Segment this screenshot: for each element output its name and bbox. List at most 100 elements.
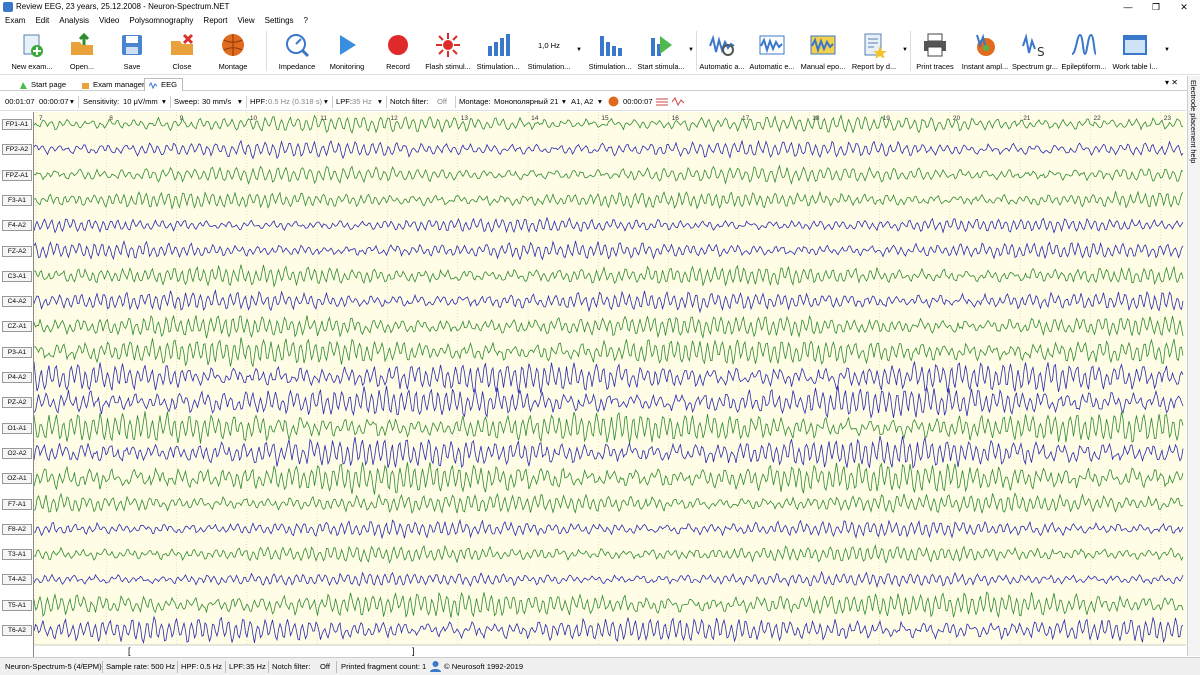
work-table-button[interactable]: Work table l... (1110, 27, 1160, 74)
manual-epoch-button[interactable]: Manual epo... (798, 27, 848, 74)
menu-help[interactable]: ? (299, 14, 313, 27)
printed-count-label: Printed fragment count: (341, 662, 420, 671)
chevron-down-icon[interactable]: ▾ (598, 97, 602, 106)
instant-ampl-icon (976, 33, 995, 56)
menu-analysis[interactable]: Analysis (54, 14, 94, 27)
channel-label[interactable]: PZ-A2 (2, 397, 32, 409)
channel-label[interactable]: F3-A1 (2, 194, 32, 206)
report-button[interactable]: Report by d... (849, 27, 899, 74)
chevron-down-icon[interactable]: ▾ (324, 97, 328, 106)
eeg-trace-pz-a2 (34, 385, 1184, 419)
chevron-down-icon[interactable]: ▾ (162, 97, 166, 106)
channel-label[interactable]: FP2-A2 (2, 144, 32, 156)
channel-label[interactable]: FZ-A2 (2, 245, 32, 257)
channel-label[interactable]: F7-A1 (2, 498, 32, 510)
automatic-epoch-button[interactable]: Automatic e... (747, 27, 797, 74)
stimulation-button-1[interactable]: Stimulation... (473, 27, 523, 74)
ribbon-separator (266, 31, 267, 71)
montage-button[interactable]: Montage (208, 27, 258, 74)
wave-icon[interactable] (672, 96, 684, 107)
minimize-button[interactable]: — (1114, 0, 1142, 14)
channel-label[interactable]: FP1-A1 (2, 119, 32, 130)
stimulation-frequency-button[interactable]: 1,0 Hz Stimulation... (524, 27, 574, 74)
sensitivity-select[interactable]: 10 μV/mm (123, 97, 158, 106)
notch-select[interactable]: Off (437, 97, 447, 106)
channel-label[interactable]: FPZ-A1 (2, 169, 32, 181)
separator (386, 96, 387, 108)
epileptiform-button[interactable]: Epileptiform... (1059, 27, 1109, 74)
tab-window-buttons[interactable]: ▾ ✕ (1165, 78, 1178, 87)
chevron-down-icon[interactable]: ▼ (576, 47, 582, 53)
monitoring-button[interactable]: Monitoring (322, 27, 372, 74)
chevron-down-icon[interactable]: ▾ (378, 97, 382, 106)
print-traces-button[interactable]: Print traces (910, 27, 960, 74)
eeg-trace-t5-a1 (34, 591, 1184, 619)
chevron-down-icon[interactable]: ▼ (902, 47, 908, 53)
chevron-down-icon[interactable]: ▾ (238, 97, 242, 106)
channel-label[interactable]: P3-A1 (2, 346, 32, 358)
montage-select[interactable]: Монополярный 21 (494, 97, 558, 106)
lpf-select[interactable]: 35 Hz (352, 97, 372, 106)
chevron-down-icon[interactable]: ▼ (1164, 47, 1170, 53)
menu-exam[interactable]: Exam (0, 14, 30, 27)
open-button[interactable]: Open... (57, 27, 107, 74)
channel-label[interactable]: P4-A2 (2, 372, 32, 383)
eeg-trace-f3-a1 (34, 190, 1184, 211)
channel-label[interactable]: F4-A2 (2, 220, 32, 232)
new-exam-button[interactable]: New exam... (7, 27, 57, 74)
time-mark-label: 21 (1023, 115, 1031, 122)
channel-label[interactable]: O2-A2 (2, 447, 32, 459)
channel-labels: FP1-A1 FP2-A2 FPZ-A1 F3-A1 F4-A2 FZ-A2 C3-A1 C4… (0, 112, 34, 657)
tab-exam-manager[interactable]: Exam manager (76, 78, 151, 91)
menu-report[interactable]: Report (198, 14, 232, 27)
channel-label[interactable]: T5-A1 (2, 599, 32, 611)
printed-count-value: 1 (422, 662, 427, 671)
start-stimulation-button[interactable]: Start stimula... (636, 27, 686, 74)
instant-amplitude-button[interactable]: Instant ampl... (960, 27, 1010, 74)
channel-label[interactable]: T4-A2 (2, 574, 32, 586)
stimulation-button-2[interactable]: Stimulation... (585, 27, 635, 74)
save-button[interactable]: Save (107, 27, 157, 74)
separator (455, 96, 456, 108)
channel-label[interactable]: C4-A2 (2, 296, 32, 308)
eeg-trace-f7-a1 (34, 492, 1184, 515)
eeg-trace-view[interactable]: FP1-A1 FP2-A2 FPZ-A1 F3-A1 F4-A2 FZ-A2 C3-A1 C4… (0, 112, 1186, 657)
maximize-button[interactable]: ❐ (1142, 0, 1170, 14)
channel-label[interactable]: T3-A1 (2, 549, 32, 561)
chevron-down-icon[interactable]: ▾ (70, 97, 74, 106)
channel-label[interactable]: CZ-A1 (2, 321, 32, 333)
menu-video[interactable]: Video (94, 14, 124, 27)
tab-eeg[interactable]: EEG (144, 78, 184, 91)
channel-label[interactable]: O1-A1 (2, 422, 32, 434)
eeg-trace-o1-a1 (34, 411, 1184, 444)
filter-icon[interactable] (656, 96, 668, 107)
electrode-placement-panel[interactable]: Electrode placement help (1187, 76, 1200, 656)
record-button[interactable]: Record (373, 27, 423, 74)
fragment-bracket[interactable]: ] (412, 646, 415, 656)
reference-select[interactable]: A1, A2 (571, 97, 593, 106)
channel-label[interactable]: T6-A2 (2, 625, 32, 636)
chevron-down-icon[interactable]: ▾ (562, 97, 566, 106)
automatic-analysis-button[interactable]: Automatic a... (697, 27, 747, 74)
menu-edit[interactable]: Edit (30, 14, 54, 27)
copyright: © Neurosoft 1992-2019 (444, 662, 524, 671)
flash-stimulation-button[interactable]: Flash stimul... (423, 27, 473, 74)
spectrum-graph-button[interactable]: S Spectrum gr... (1010, 27, 1060, 74)
close-window-button[interactable]: ✕ (1170, 0, 1198, 14)
eeg-traces[interactable]: 7 8 9 10 11 12 13 14 15 16 17 18 19 20 21 22 23[] (34, 112, 1186, 657)
close-exam-button[interactable]: Close (157, 27, 207, 74)
channel-label[interactable]: C3-A1 (2, 270, 32, 282)
menu-settings[interactable]: Settings (260, 14, 299, 27)
impedance-button[interactable]: Impedance (272, 27, 322, 74)
sweep-select[interactable]: 30 mm/s (202, 97, 231, 106)
menu-polysomnography[interactable]: Polysomnography (124, 14, 198, 27)
fragment-bracket[interactable]: [ (128, 646, 131, 656)
menu-view[interactable]: View (232, 14, 259, 27)
chevron-down-icon[interactable]: ▼ (688, 47, 694, 53)
channel-label[interactable]: OZ-A1 (2, 473, 32, 485)
hpf-select[interactable]: 0.5 Hz (0.318 s) (268, 97, 322, 106)
time-mark-label: 15 (601, 115, 609, 122)
channel-label[interactable]: F8-A2 (2, 523, 32, 535)
head-icon[interactable] (608, 96, 619, 107)
tab-start-page[interactable]: Start page (14, 78, 72, 91)
